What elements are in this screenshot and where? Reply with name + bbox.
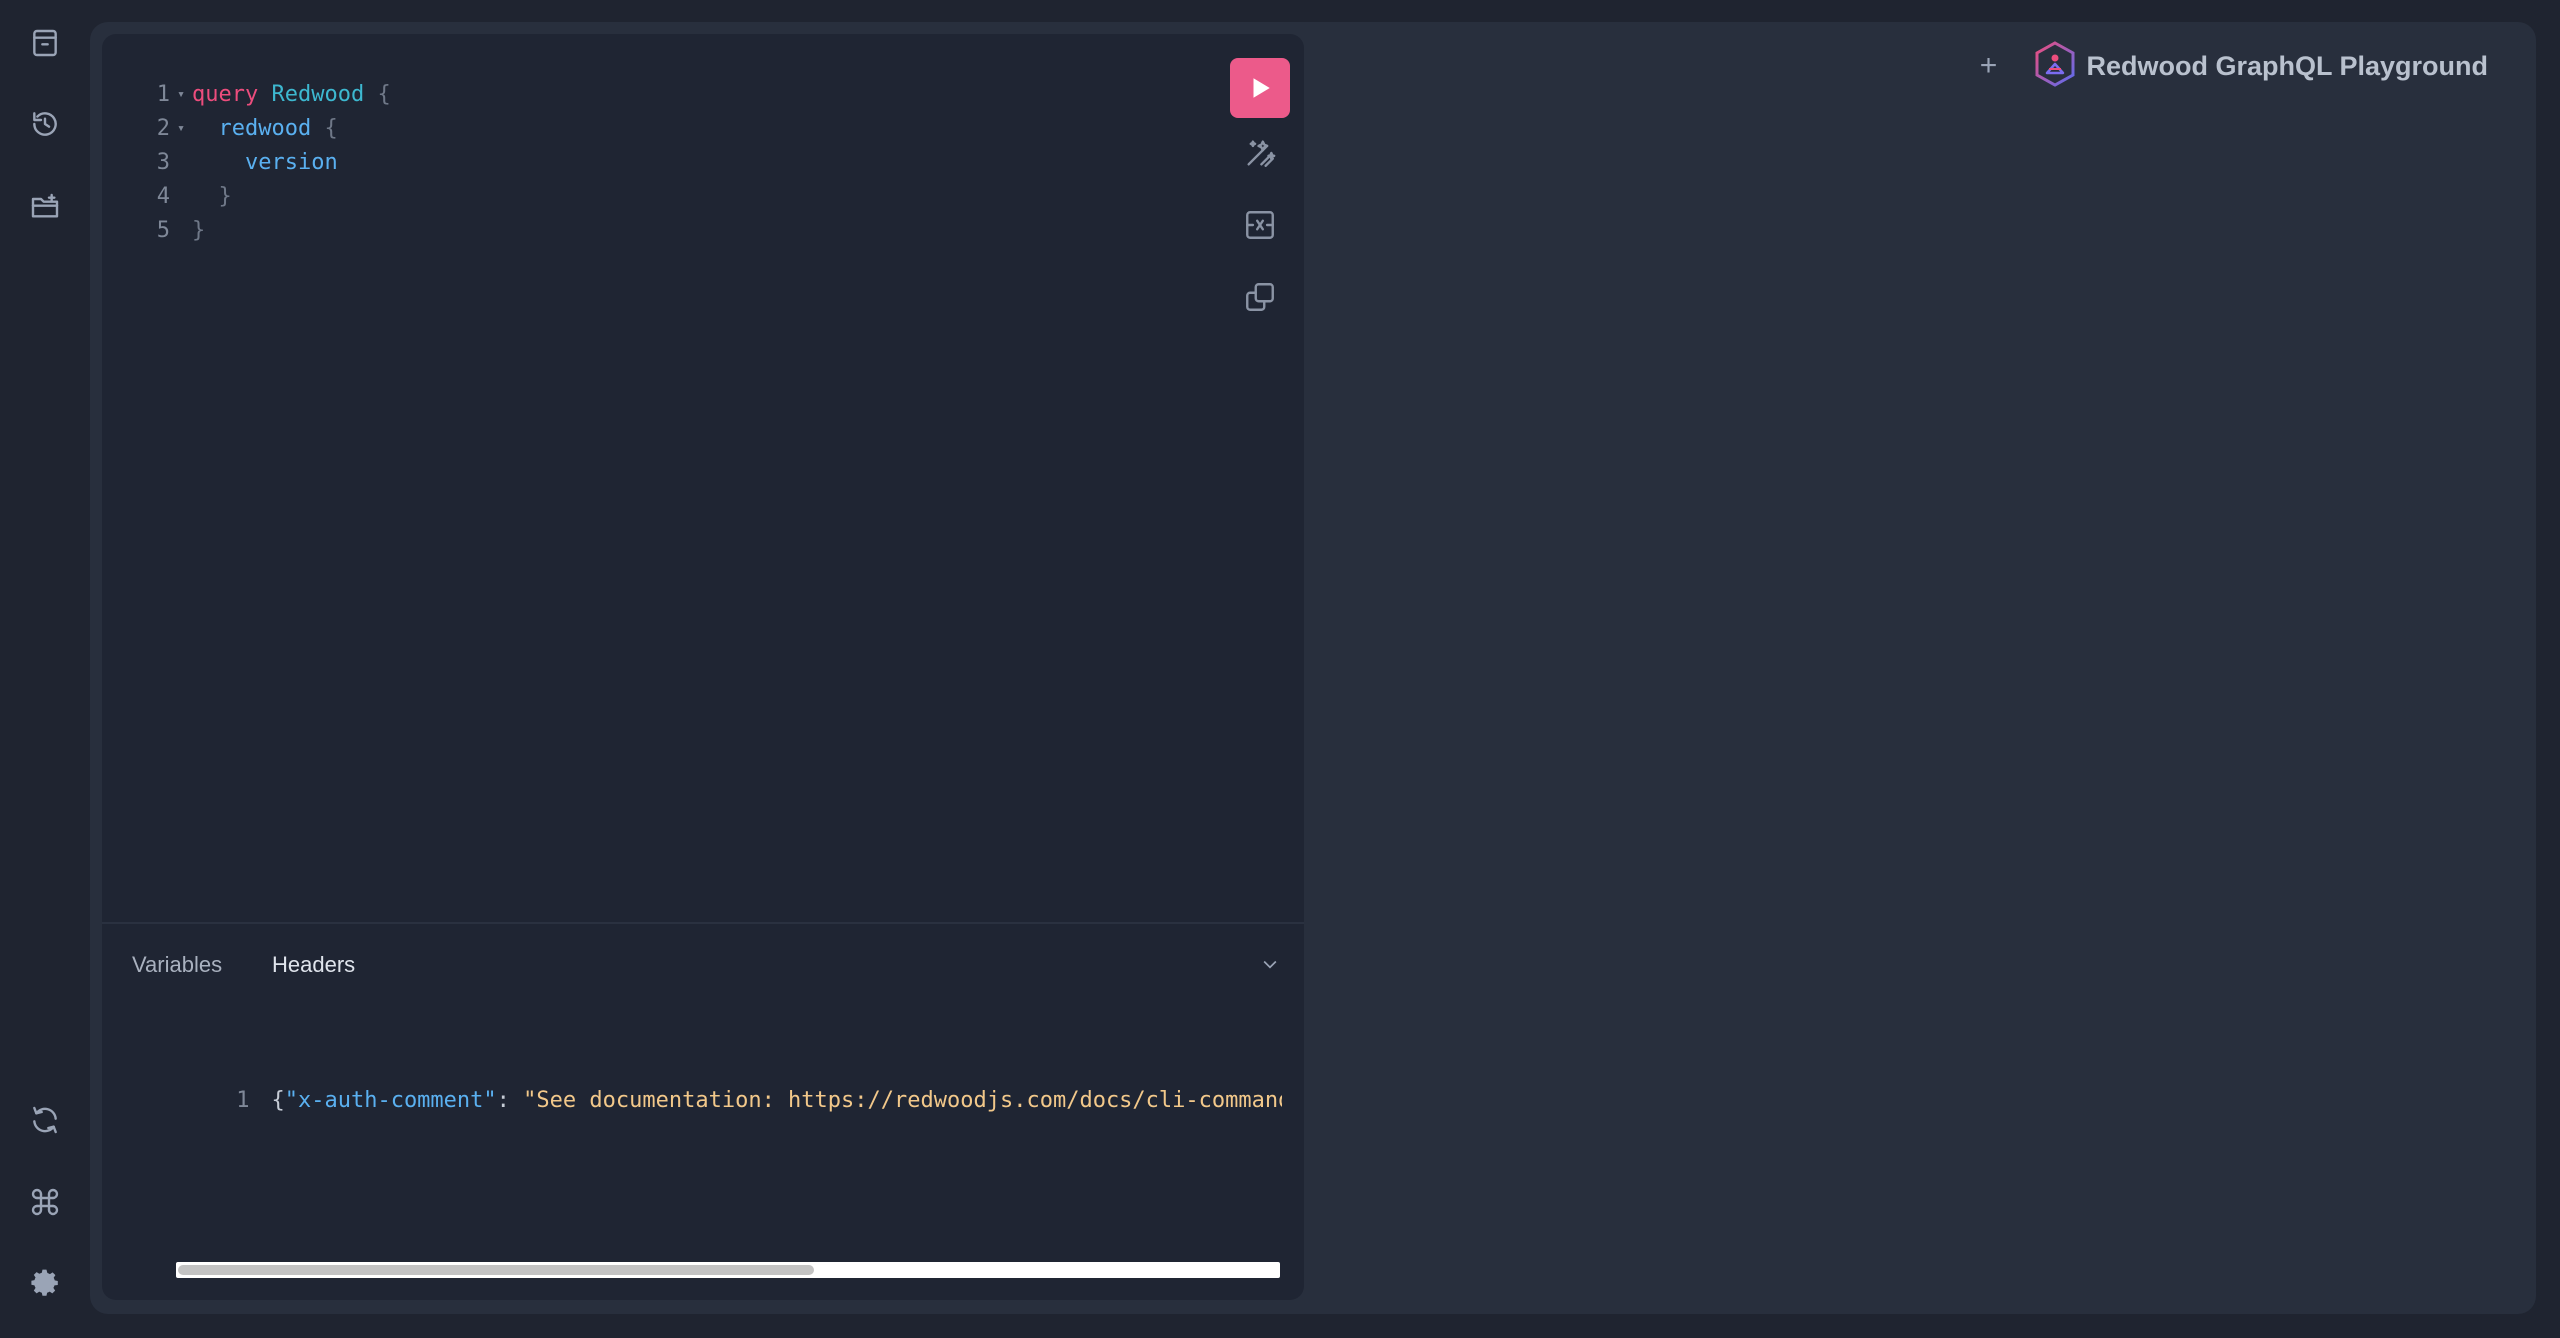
- code-line: 2 ▾ redwood {: [132, 112, 391, 146]
- brace-token: {: [271, 1088, 285, 1113]
- fold-toggle-icon[interactable]: ▾: [170, 78, 192, 112]
- prettify-button[interactable]: [1239, 132, 1281, 174]
- query-editor[interactable]: 1 ▾ query Redwood { 2 ▾ redwood { 3 version…: [102, 34, 1304, 922]
- collapse-tools-button[interactable]: [1254, 948, 1286, 980]
- history-icon: [33, 112, 57, 136]
- code-line: 4 }: [132, 180, 391, 214]
- settings-button[interactable]: [22, 1260, 68, 1306]
- folder-button[interactable]: [22, 184, 68, 230]
- query-code[interactable]: 1 ▾ query Redwood { 2 ▾ redwood { 3 version…: [132, 78, 391, 248]
- prettify-icon: [1247, 140, 1276, 167]
- code-line: 5}: [132, 214, 391, 248]
- line-number: 3: [156, 150, 170, 175]
- line-number: 5: [156, 218, 170, 243]
- field-token: redwood: [218, 116, 312, 141]
- field-token: version: [244, 150, 338, 175]
- brace-token: }: [192, 218, 206, 243]
- keyword-token: query: [192, 82, 259, 107]
- json-key-token: "x-auth-comment": [284, 1088, 497, 1113]
- brace-token: {: [324, 116, 338, 141]
- app-title: Redwood GraphQL Playground: [2086, 50, 2488, 81]
- code-line: 1 ▾ query Redwood {: [132, 78, 391, 112]
- json-string-token: "See documentation: https://redwoodjs.co…: [523, 1088, 1282, 1113]
- headers-editor[interactable]: 1 {"x-auth-comment": "See documentation: …: [132, 1050, 1282, 1152]
- line-number: 1: [156, 82, 170, 107]
- refresh-icon: [33, 1106, 57, 1134]
- tab-variables[interactable]: Variables: [132, 952, 222, 978]
- command-icon: [31, 1188, 59, 1216]
- horizontal-scrollbar[interactable]: [176, 1262, 1280, 1278]
- shortcuts-button[interactable]: [22, 1179, 68, 1225]
- header-brand: + Redwood GraphQL Playground: [1968, 36, 2488, 96]
- merge-fragments-icon: [1246, 211, 1274, 239]
- redwood-logo-icon: [2034, 40, 2076, 92]
- operation-name-token: Redwood: [271, 82, 365, 107]
- settings-gear-icon: [31, 1269, 58, 1296]
- history-button[interactable]: [22, 101, 68, 147]
- query-editor-panel: 1 ▾ query Redwood { 2 ▾ redwood { 3 version…: [102, 34, 1304, 1300]
- sidebar: [0, 0, 90, 1338]
- fold-toggle-icon[interactable]: ▾: [170, 112, 192, 146]
- refresh-schema-button[interactable]: [22, 1097, 68, 1143]
- line-number: 4: [156, 184, 170, 209]
- chevron-down-icon: [1263, 960, 1277, 969]
- colon-token: :: [496, 1088, 524, 1113]
- brace-token: }: [218, 184, 232, 209]
- scrollbar-thumb[interactable]: [178, 1265, 814, 1275]
- document-icon-button[interactable]: [22, 20, 68, 66]
- main-panel: 1 ▾ query Redwood { 2 ▾ redwood { 3 version…: [90, 22, 2536, 1314]
- add-tab-button[interactable]: +: [1968, 46, 2008, 86]
- merge-fragments-button[interactable]: [1239, 204, 1281, 246]
- folder-icon: [31, 193, 59, 218]
- editor-tools-tabs: Variables Headers: [102, 924, 1304, 1004]
- line-number: 1: [236, 1088, 250, 1113]
- line-number: 2: [156, 116, 170, 141]
- brace-token: {: [377, 82, 391, 107]
- code-line: 3 version: [132, 146, 391, 180]
- run-icon: [1253, 78, 1270, 98]
- run-query-button[interactable]: [1230, 58, 1290, 118]
- copy-query-button[interactable]: [1239, 276, 1281, 318]
- document-icon: [33, 29, 57, 57]
- tab-headers[interactable]: Headers: [272, 952, 355, 978]
- copy-icon: [1246, 283, 1274, 311]
